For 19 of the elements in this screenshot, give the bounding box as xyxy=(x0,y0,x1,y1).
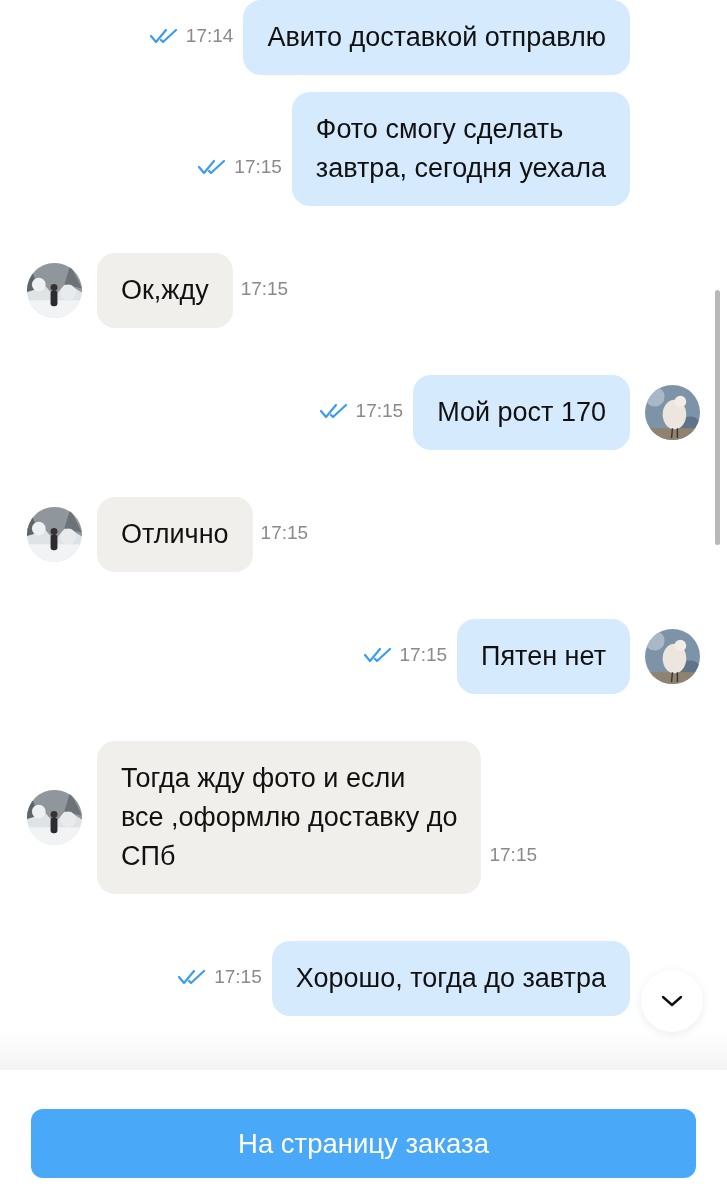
message-bubble: Пятен нет xyxy=(457,619,630,694)
message-time: 17:15 xyxy=(234,155,282,179)
message-bubble: Авито доставкой отправлю xyxy=(243,0,630,75)
message-time: 17:15 xyxy=(214,965,262,989)
message-time: 17:15 xyxy=(355,399,404,423)
message-bubble: Мой рост 170 xyxy=(413,375,630,450)
chevron-down-icon xyxy=(661,995,683,1007)
message-bubble: Ок,жду xyxy=(97,253,233,328)
message-time: 17:14 xyxy=(185,24,234,48)
message-bubble: Фото смогу сделать завтра, сегодня уехала xyxy=(291,92,630,206)
message-time: 17:15 xyxy=(399,643,448,667)
message-time: 17:15 xyxy=(260,521,309,545)
scrollbar[interactable] xyxy=(715,290,720,545)
message-bubble: Тогда жду фото и если все ,оформлю доставку до СПб xyxy=(97,741,482,894)
message-bubble: Отлично xyxy=(97,497,253,572)
order-page-button[interactable]: На страницу заказа xyxy=(31,1109,696,1178)
message-bubble: Хорошо, тогда до завтра xyxy=(271,941,630,1016)
message-time: 17:15 xyxy=(489,843,538,867)
message-time: 17:15 xyxy=(240,277,289,301)
